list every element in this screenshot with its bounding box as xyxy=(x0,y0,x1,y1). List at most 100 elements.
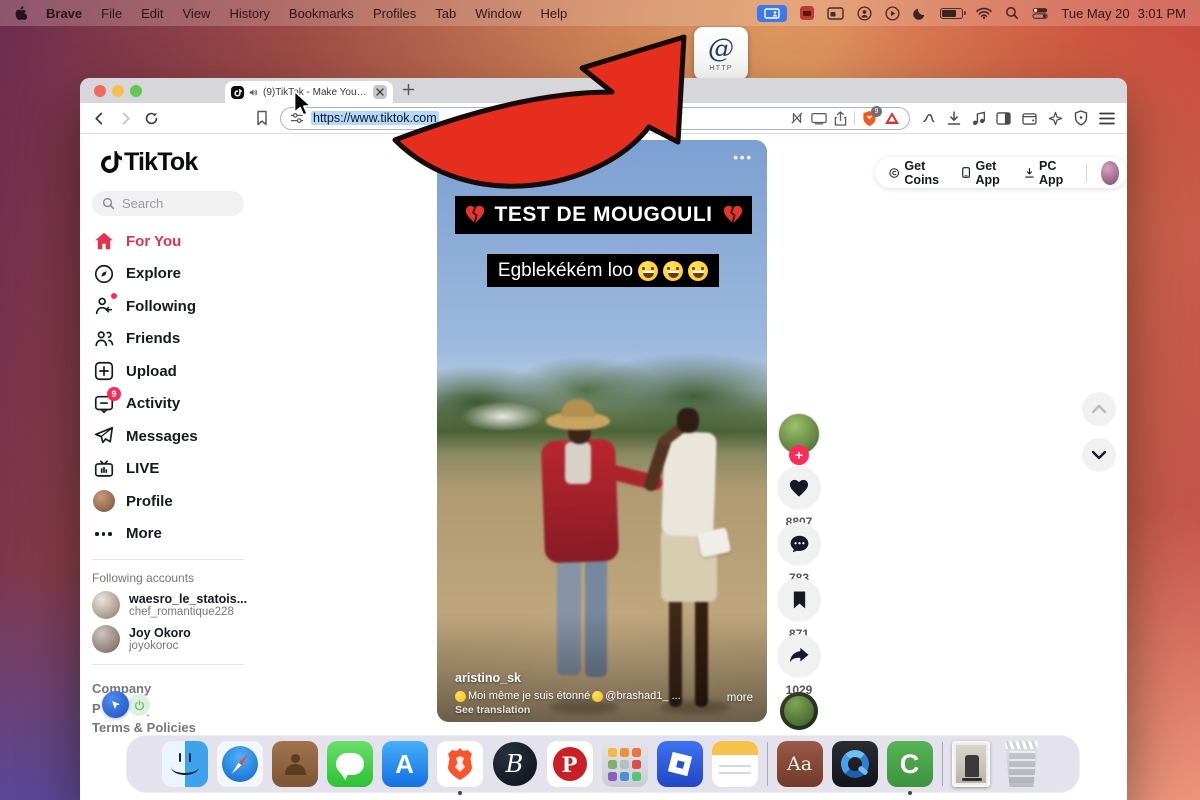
comment-button[interactable] xyxy=(777,522,821,566)
dock-finder[interactable] xyxy=(162,741,208,787)
dock-pinterest[interactable]: P xyxy=(547,741,593,787)
dock-app-store[interactable]: A xyxy=(382,741,428,787)
get-coins-button[interactable]: Get Coins xyxy=(889,159,948,187)
share-icon[interactable] xyxy=(834,111,847,126)
sidebar-item-more[interactable]: More xyxy=(92,518,252,551)
dock-trash[interactable] xyxy=(999,741,1045,787)
menu-profiles[interactable]: Profiles xyxy=(373,6,416,21)
rewards-sparkle-icon[interactable] xyxy=(1048,111,1063,126)
sidebar-item-upload[interactable]: Upload xyxy=(92,355,252,388)
back-button[interactable] xyxy=(92,111,107,126)
sidebar-item-for-you[interactable]: For You xyxy=(92,225,252,258)
screen-sharing-icon[interactable] xyxy=(757,5,787,22)
tab-audio-icon[interactable] xyxy=(249,88,258,97)
wifi-icon[interactable] xyxy=(976,7,992,19)
site-settings-icon[interactable] xyxy=(290,112,304,124)
tiktok-logo[interactable]: TikTok xyxy=(100,148,197,177)
video-options-button[interactable]: ••• xyxy=(733,150,753,165)
menu-clock[interactable]: Tue May 20 3:01 PM xyxy=(1061,6,1186,21)
apple-logo-icon[interactable] xyxy=(14,6,27,21)
pc-app-button[interactable]: PC App xyxy=(1025,159,1072,187)
menu-brave[interactable]: Brave xyxy=(46,6,82,21)
sidebar-item-friends[interactable]: Friends xyxy=(92,323,252,356)
wallet-icon[interactable] xyxy=(1022,112,1037,125)
control-center-icon[interactable] xyxy=(1032,7,1048,19)
share-button[interactable] xyxy=(777,634,821,678)
focus-moon-icon[interactable] xyxy=(913,6,927,20)
video-author-username[interactable]: aristino_sk xyxy=(455,671,521,685)
http-webloc-desktop-icon[interactable]: @ HTTP xyxy=(694,27,748,80)
caption-more-button[interactable]: more xyxy=(727,692,753,704)
follow-plus-button[interactable]: + xyxy=(789,445,809,465)
user-status-icon[interactable] xyxy=(857,6,872,21)
next-video-button[interactable] xyxy=(1082,438,1116,472)
power-toggle-icon[interactable] xyxy=(128,694,150,716)
footer-terms-link[interactable]: Terms & Policies xyxy=(92,720,196,735)
speedreader-icon[interactable] xyxy=(790,111,804,125)
menu-view[interactable]: View xyxy=(183,6,211,21)
leo-ai-icon[interactable] xyxy=(921,111,936,126)
search-input[interactable]: Search xyxy=(92,191,244,216)
active-tab[interactable]: (9)TikTok - Make Your Day xyxy=(225,81,393,103)
menu-file[interactable]: File xyxy=(101,6,122,21)
caption-mention[interactable]: @brashad1_ ... xyxy=(605,690,680,702)
sidebar-toggle-icon[interactable] xyxy=(996,112,1011,125)
dock-screenshot-file[interactable] xyxy=(952,741,990,787)
dock-dictionary[interactable]: Aa xyxy=(777,741,823,787)
reload-button[interactable] xyxy=(144,111,159,126)
zoom-window-button[interactable] xyxy=(130,85,142,97)
menu-help[interactable]: Help xyxy=(541,6,568,21)
menu-window[interactable]: Window xyxy=(475,6,521,21)
dock-contacts[interactable] xyxy=(272,741,318,787)
record-status-icon[interactable] xyxy=(800,6,814,20)
forward-button[interactable] xyxy=(118,111,133,126)
sidebar-item-messages[interactable]: Messages xyxy=(92,420,252,453)
url-text-selected[interactable]: https://www.tiktok.com xyxy=(311,111,439,125)
like-button[interactable] xyxy=(777,466,821,510)
tab-cast-icon[interactable] xyxy=(811,112,827,125)
menu-edit[interactable]: Edit xyxy=(141,6,163,21)
dock-roblox[interactable] xyxy=(657,741,703,787)
play-status-icon[interactable] xyxy=(885,6,900,21)
bookmark-button[interactable] xyxy=(777,578,821,622)
sound-record-avatar[interactable] xyxy=(780,692,818,730)
minimize-window-button[interactable] xyxy=(112,85,124,97)
dock-b-app[interactable]: B xyxy=(492,741,538,787)
account-row[interactable]: Joy Okoro joyokoroc xyxy=(92,625,191,653)
playlist-music-icon[interactable] xyxy=(972,111,985,126)
spotlight-search-icon[interactable] xyxy=(1005,6,1019,20)
extension-bubble-icon[interactable] xyxy=(102,691,129,718)
downloads-icon[interactable] xyxy=(947,111,961,126)
privacy-shield-icon[interactable] xyxy=(1074,110,1088,126)
dock-brave[interactable] xyxy=(437,741,483,787)
dock-camtasia[interactable]: C xyxy=(887,741,933,787)
sidebar-item-activity[interactable]: 9 Activity xyxy=(92,388,252,421)
menu-tab[interactable]: Tab xyxy=(435,6,456,21)
footer-program-link[interactable]: P xyxy=(92,701,101,716)
sidebar-item-profile[interactable]: Profile xyxy=(92,485,252,518)
see-translation-link[interactable]: See translation xyxy=(455,704,530,716)
url-bar[interactable]: https://www.tiktok.com 9 xyxy=(280,107,910,130)
new-tab-button[interactable] xyxy=(402,83,415,96)
video-player[interactable]: TEST DE MOUGOULI Egblekékém loo ••• aris… xyxy=(437,140,767,722)
user-avatar[interactable] xyxy=(1101,161,1119,185)
close-window-button[interactable] xyxy=(94,85,106,97)
dock-launchpad[interactable] xyxy=(602,741,648,787)
previous-video-button[interactable] xyxy=(1082,392,1116,426)
brave-shields-icon[interactable]: 9 xyxy=(862,110,877,127)
sidebar-item-following[interactable]: Following xyxy=(92,290,252,323)
menu-hamburger-icon[interactable] xyxy=(1099,112,1115,125)
account-row[interactable]: waesro_le_statois... chef_romantique228 xyxy=(92,591,247,619)
battery-icon[interactable] xyxy=(940,8,963,19)
dock-notes[interactable] xyxy=(712,741,758,787)
window-manager-icon[interactable] xyxy=(827,7,844,20)
bookmark-icon[interactable] xyxy=(255,110,269,126)
sidebar-item-explore[interactable]: Explore xyxy=(92,258,252,291)
dock-messages[interactable] xyxy=(327,741,373,787)
menu-bookmarks[interactable]: Bookmarks xyxy=(289,6,354,21)
video-caption[interactable]: Moi même je suis étonné @brashad1_ ... xyxy=(455,690,705,702)
get-app-button[interactable]: Get App xyxy=(962,159,1011,187)
brave-rewards-icon[interactable] xyxy=(884,111,900,125)
dock-safari[interactable] xyxy=(217,741,263,787)
sidebar-item-live[interactable]: LIVE xyxy=(92,453,252,486)
